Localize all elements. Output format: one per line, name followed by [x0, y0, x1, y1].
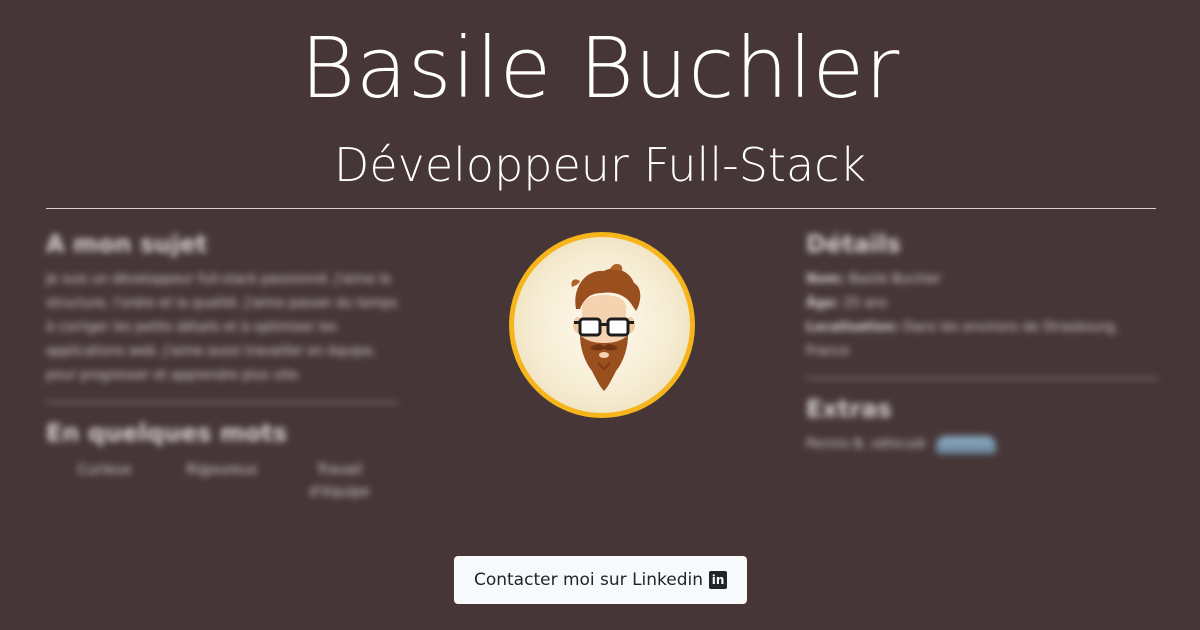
keywords-title: En quelques mots: [46, 419, 288, 447]
right-column: Détails Nom: Basile Buchler Âge: 25 ans …: [806, 228, 1158, 457]
car-icon: [935, 435, 996, 454]
detail-label: Localisation:: [806, 320, 900, 335]
left-divider: [46, 402, 398, 403]
keywords-list: Curieux Rigoureux Travail d'équipe: [46, 459, 398, 503]
detail-value: 25 ans: [843, 296, 888, 311]
keyword-item: Curieux: [77, 462, 132, 478]
detail-name: Nom: Basile Buchler: [806, 268, 1158, 292]
detail-value: Basile Buchler: [848, 272, 942, 287]
detail-age: Âge: 25 ans: [806, 292, 1158, 316]
linkedin-icon: in: [709, 571, 728, 589]
right-divider: [806, 378, 1158, 379]
contact-linkedin-label: Contacter moi sur Linkedin: [473, 570, 704, 590]
detail-label: Âge:: [806, 296, 840, 311]
page-title: Basile Buchler: [300, 19, 900, 117]
page: Basile Buchler Développeur Full-Stack A …: [0, 0, 1200, 630]
avatar: [509, 232, 695, 418]
detail-label: Nom:: [806, 272, 845, 287]
header-divider: [46, 208, 1156, 209]
detail-location: Localisation: Dans les environs de Stras…: [806, 316, 1158, 364]
contact-linkedin-button[interactable]: Contacter moi sur Linkedin in: [454, 556, 747, 604]
about-title: A mon sujet: [46, 230, 208, 258]
keyword-item: Travail d'équipe: [309, 462, 370, 500]
left-column: A mon sujet Je suis un développeur full-…: [46, 228, 398, 503]
job-title: Développeur Full-Stack: [333, 138, 867, 192]
about-text: Je suis un développeur full-stack passio…: [46, 272, 398, 383]
extras-text: Permis B, véhiculé: [806, 437, 926, 452]
details-title: Détails: [806, 230, 901, 258]
keyword-item: Rigoureux: [186, 462, 258, 478]
extras-line: Permis B, véhiculé: [806, 433, 1158, 457]
bearded-hipster-avatar-icon: [571, 263, 641, 391]
extras-title: Extras: [806, 395, 892, 423]
